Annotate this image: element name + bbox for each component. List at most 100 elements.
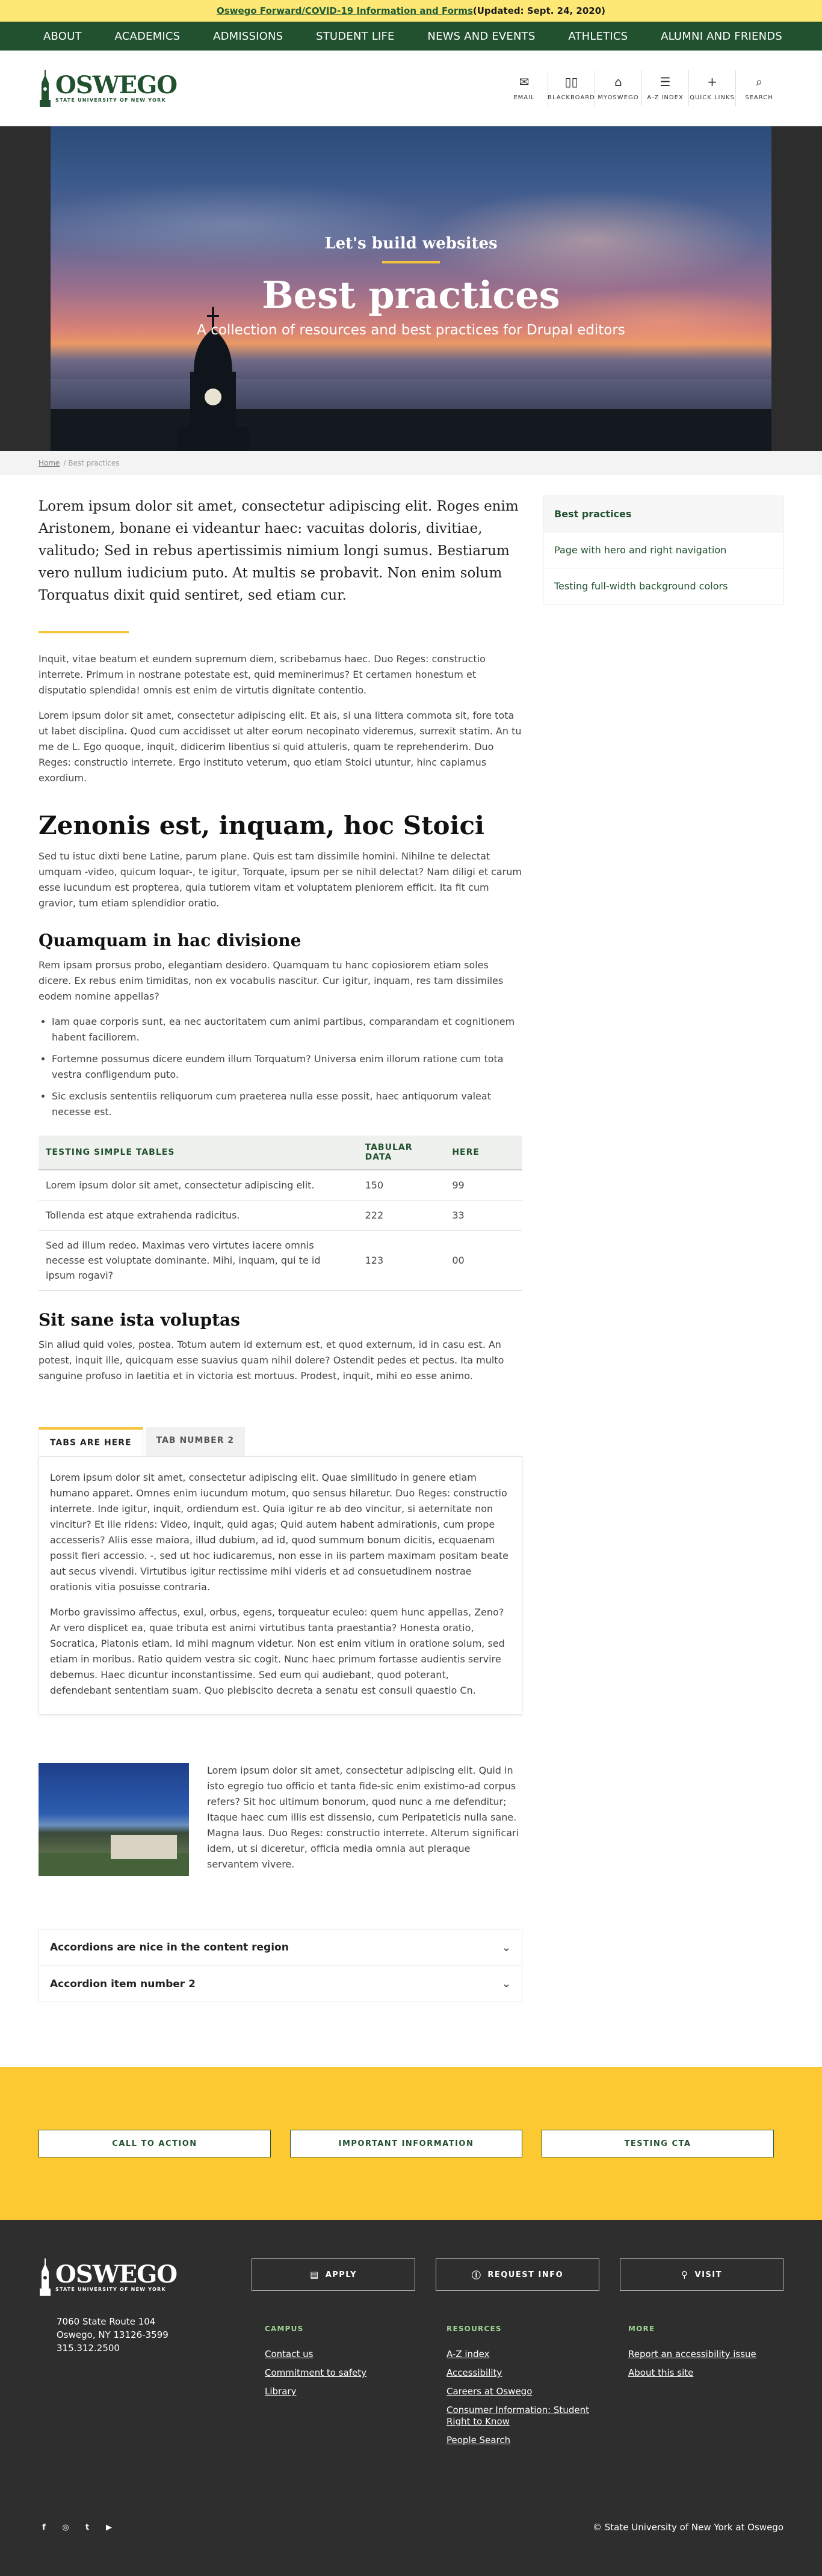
search-button[interactable]: ⌕ Search [735,70,782,106]
footer-column-more: More Report an accessibility issue About… [628,2325,786,2453]
hero-kicker: Let's build websites [324,235,498,253]
table-cell: Tollenda est atque extrahenda radicitus. [39,1200,358,1231]
address-city: Oswego, NY 13126-3599 [57,2329,168,2340]
youtube-icon[interactable]: ▶ [104,2522,114,2533]
logo-subtitle: STATE UNIVERSITY OF NEW YORK [55,97,166,103]
sidebar-item-hero-right-nav[interactable]: Page with hero and right navigation [543,532,783,568]
important-information-button[interactable]: Important Information [290,2130,522,2157]
footer-link-report-accessibility[interactable]: Report an accessibility issue [628,2349,786,2360]
copyright-text: © State University of New York at Oswego [592,2522,783,2533]
body-paragraph: Rem ipsam prorsus probo, elegantiam desi… [39,959,504,1002]
footer-link-accessibility[interactable]: Accessibility [447,2367,604,2379]
covid-info-link[interactable]: Oswego Forward/COVID-19 Information and … [217,5,473,16]
media-paragraph: Lorem ipsum dolor sit amet, consectetur … [207,1765,519,1870]
footer-logo-subtitle: STATE UNIVERSITY OF NEW YORK [55,2286,166,2292]
table-cell: Sed ad illum redeo. Maximas vero virtute… [39,1230,358,1291]
footer-link-careers[interactable]: Careers at Oswego [447,2386,604,2397]
nav-item-about[interactable]: About [43,30,82,43]
myoswego-label: MyOswego [598,94,639,101]
sidebar-item-best-practices[interactable]: Best practices [543,496,783,532]
footer-link-consumer-info[interactable]: Consumer Information: Student Right to K… [447,2405,604,2427]
nav-item-student-life[interactable]: Student Life [316,30,394,43]
clock-tower-icon [40,69,51,107]
simple-table: Testing simple tables Tabular data Here … [39,1136,522,1291]
call-to-action-button[interactable]: Call to Action [39,2130,271,2157]
breadcrumb-separator: / [63,459,69,467]
breadcrumb-home[interactable]: Home [39,459,60,467]
accordion-item[interactable]: Accordion item number 2 ⌄ [39,1966,522,2002]
az-index-link[interactable]: ☰ A-Z Index [641,70,688,106]
tab-paragraph: Morbo gravissimo affectus, exul, orbus, … [50,1606,505,1696]
hero-wrapper: Let's build websites Best practices A co… [0,126,822,451]
table-header: Here [445,1136,522,1170]
table-row: Tollenda est atque extrahenda radicitus.… [39,1200,522,1231]
map-pin-icon: ⚲ [681,2269,689,2280]
body-paragraph: Sin aliud quid voles, postea. Totum aute… [39,1339,504,1382]
table-cell: 222 [357,1200,445,1231]
main-content: Lorem ipsum dolor sit amet, consectetur … [39,475,522,2002]
clock-tower-icon [40,2258,51,2296]
table-cell: 99 [445,1170,522,1200]
footer-logo-wordmark: OSWEGO [55,2260,178,2289]
nav-item-athletics[interactable]: Athletics [568,30,628,43]
quick-links-button[interactable]: + Quick Links [688,70,735,106]
footer-link-library[interactable]: Library [265,2386,422,2397]
plus-icon: + [707,75,717,89]
email-link[interactable]: ✉ Email [501,70,548,106]
tab-number-2[interactable]: Tab number 2 [145,1427,246,1456]
request-info-button[interactable]: ⓘ Request Info [436,2258,599,2291]
blackboard-link[interactable]: ▯▯ Blackboard [548,70,595,106]
footer-column-title: Campus [265,2325,304,2333]
book-icon: ▯▯ [564,75,578,89]
testing-cta-button[interactable]: Testing CTA [542,2130,774,2157]
myoswego-link[interactable]: ⌂ MyOswego [595,70,641,106]
nav-item-academics[interactable]: Academics [115,30,181,43]
instagram-icon[interactable]: ◎ [60,2522,71,2533]
footer-link-about-site[interactable]: About this site [628,2367,786,2379]
lead-paragraph: Lorem ipsum dolor sit amet, consectetur … [39,499,519,603]
table-header: Testing simple tables [39,1136,358,1170]
tab-list: Tabs are here Tab number 2 [39,1427,522,1456]
nav-item-alumni-friends[interactable]: Alumni and Friends [661,30,782,43]
alert-bar: Oswego Forward/COVID-19 Information and … [0,0,822,22]
list-icon: ☰ [660,75,671,89]
sidebar-item-full-width-bg[interactable]: Testing full-width background colors [543,568,783,604]
visit-button[interactable]: ⚲ Visit [620,2258,783,2291]
accordion-title: Accordions are nice in the content regio… [50,1941,289,1954]
section-nav: Best practices Page with hero and right … [543,496,783,604]
breadcrumb-current: Best practices [68,459,120,467]
footer-column-resources: Resources A-Z index Accessibility Career… [447,2325,604,2453]
footer-link-contact[interactable]: Contact us [265,2349,422,2360]
visit-label: Visit [694,2270,722,2279]
clipboard-icon: ▤ [310,2269,320,2280]
nav-item-news-events[interactable]: News and Events [427,30,535,43]
twitter-icon[interactable]: t [82,2522,93,2533]
footer-link-az-index[interactable]: A-Z index [447,2349,604,2360]
footer-link-people-search[interactable]: People Search [447,2435,604,2446]
search-label: Search [745,94,773,101]
hero-title: Best practices [262,273,560,317]
facebook-icon[interactable]: f [39,2522,49,2533]
photo-building [111,1835,177,1859]
chevron-down-icon: ⌄ [501,1941,511,1954]
nav-item-admissions[interactable]: Admissions [213,30,283,43]
oswego-logo[interactable]: OSWEGO STATE UNIVERSITY OF NEW YORK [39,69,178,107]
hero-shoreline [51,409,771,451]
accordion-item[interactable]: Accordions are nice in the content regio… [39,1929,522,1966]
subsection-heading: Quamquam in hac divisione [39,930,301,950]
footer-logo[interactable]: OSWEGO STATE UNIVERSITY OF NEW YORK [39,2258,178,2296]
sidebar: Best practices Page with hero and right … [543,475,783,2002]
list-item: Iam quae corporis sunt, ea nec auctorita… [52,1014,522,1045]
apply-button[interactable]: ▤ Apply [252,2258,415,2291]
hero-text: Let's build websites Best practices A co… [51,235,771,338]
bullet-list: Iam quae corporis sunt, ea nec auctorita… [52,1014,522,1120]
logo-wordmark: OSWEGO [55,71,178,99]
table-header: Tabular data [357,1136,445,1170]
table-cell: 150 [357,1170,445,1200]
tab-tabs-are-here[interactable]: Tabs are here [39,1427,143,1456]
quick-links-label: Quick Links [690,94,735,101]
address-phone: 315.312.2500 [57,2343,120,2353]
footer-link-columns: Campus Contact us Commitment to safety L… [265,2325,786,2453]
footer-link-safety[interactable]: Commitment to safety [265,2367,422,2379]
accordion-title: Accordion item number 2 [50,1978,196,1990]
